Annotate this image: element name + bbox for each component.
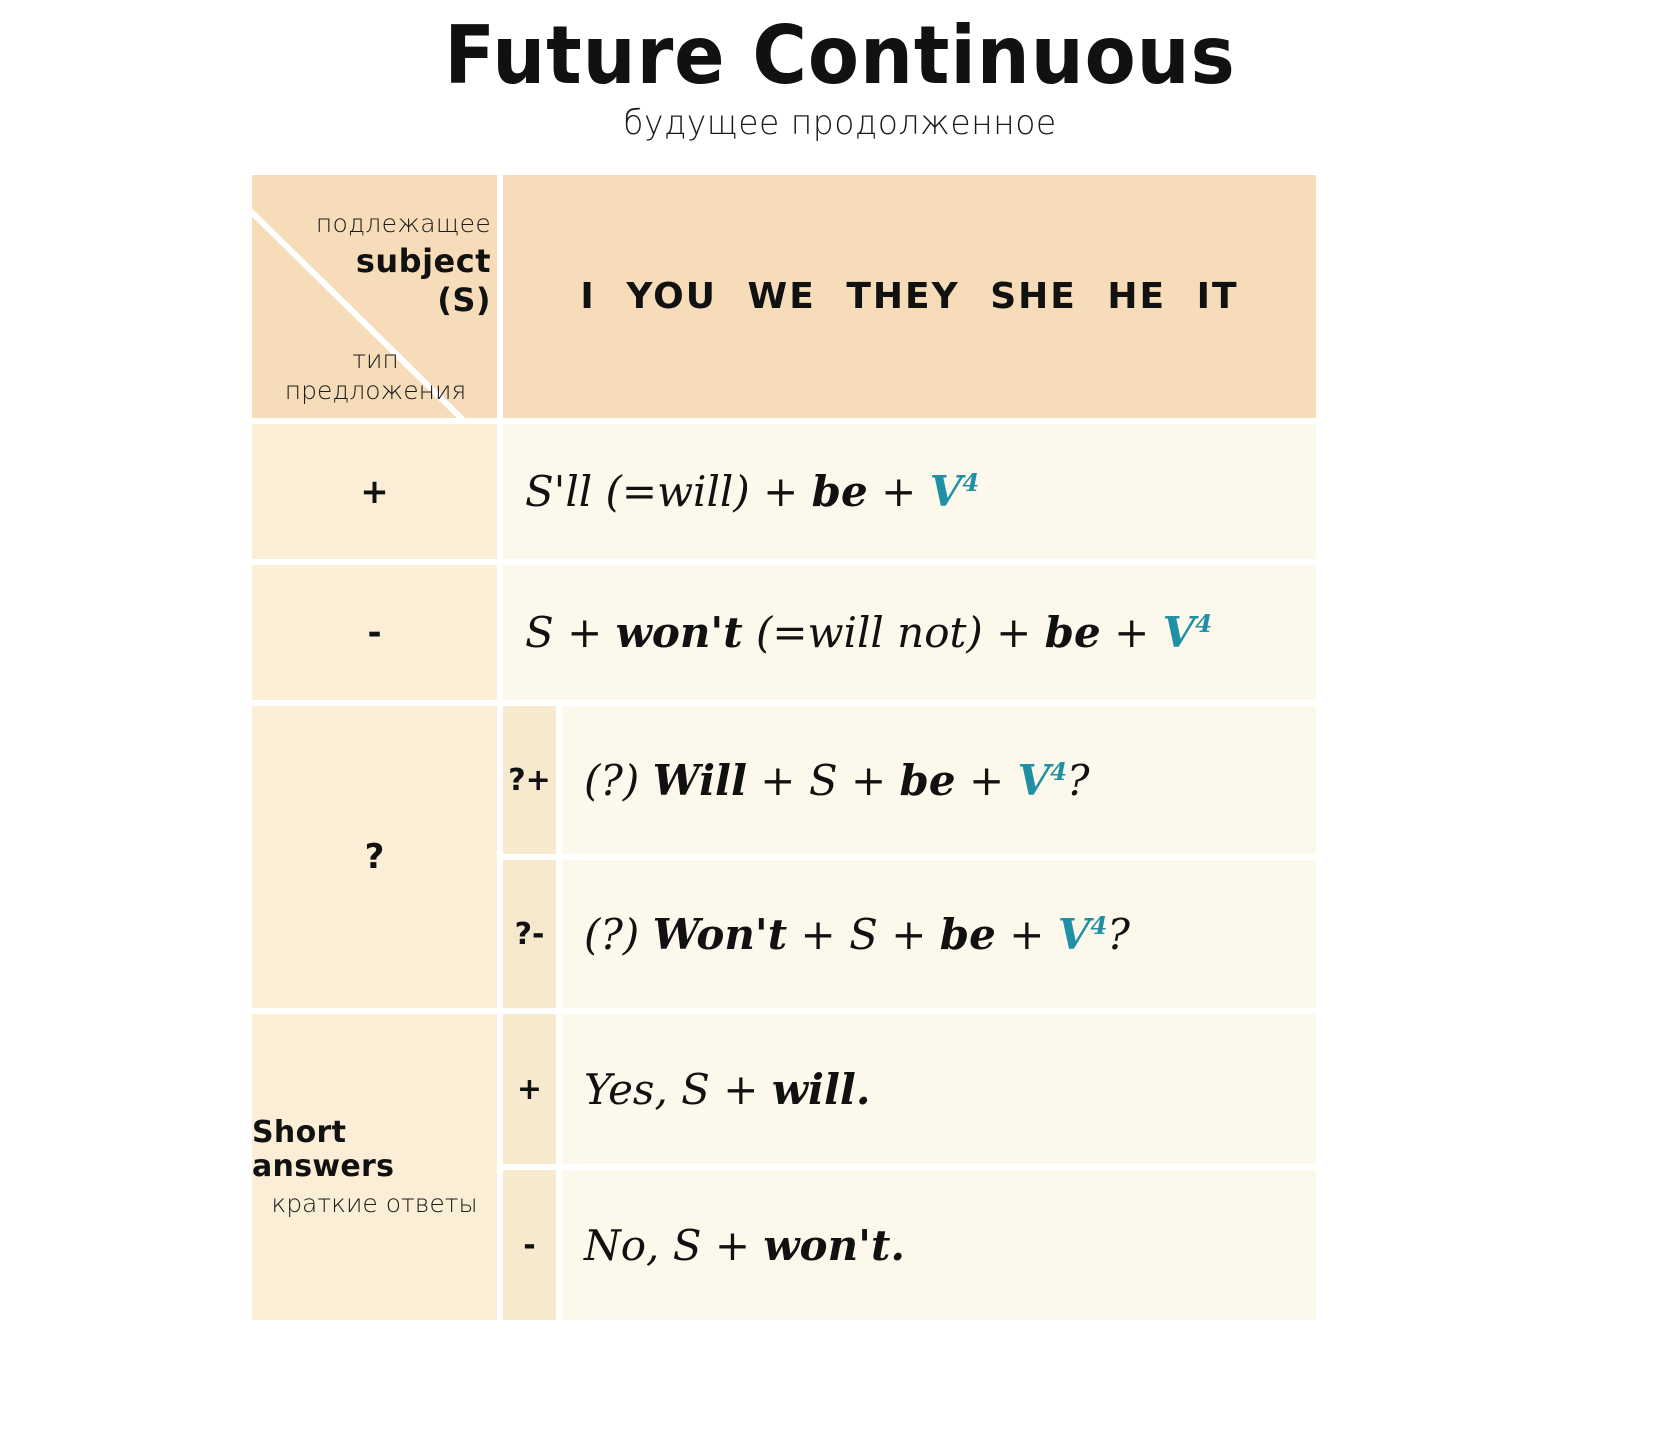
formula-part-s: + S + (746, 755, 900, 805)
formula-part-v4: V4 (1057, 909, 1108, 959)
short-answer-subrow-positive: + Yes, S + will. (503, 1014, 1316, 1164)
formula-part-open: (?) (584, 755, 653, 805)
marker-cell-question-positive: ?+ (503, 706, 556, 854)
formula-negative: S + won't (=will not) + be + V4 (503, 565, 1316, 700)
table-row-short-answers: Short answers краткие ответы + Yes, S + … (252, 1014, 1316, 1320)
formula-part-qmark: ? (1067, 755, 1090, 805)
short-answer-subrow-negative: - No, S + won't. (503, 1170, 1316, 1320)
corner-cell: подлежащее subject (S) тип предложения (252, 175, 497, 418)
table-row-affirmative: + S'll (=will) + be + V4 (252, 424, 1316, 559)
poster-root: Future Continuous будущее продолженное п… (0, 0, 1680, 1445)
marker-cell-short-positive: + (503, 1014, 556, 1164)
question-subrow-positive: ?+ (?) Will + S + be + V4? (503, 706, 1316, 854)
marker-short-positive: + (516, 1071, 543, 1107)
sign-question: ? (364, 837, 385, 877)
formula-part-open: (?) (584, 909, 653, 959)
formula-question-negative: (?) Won't + S + be + V4? (562, 860, 1316, 1008)
formula-short-negative: No, S + won't. (562, 1170, 1316, 1320)
formula-part-qmark: ? (1107, 909, 1130, 959)
title-block: Future Continuous будущее продолженное (0, 0, 1680, 143)
short-answers-label-en: Short answers (252, 1114, 395, 1185)
sign-cell-affirmative: + (252, 424, 497, 559)
question-subrows: ?+ (?) Will + S + be + V4? ?- (?) Won't … (503, 706, 1316, 1008)
sign-cell-question: ? (252, 706, 497, 1008)
corner-subject-block: подлежащее subject (S) (291, 209, 491, 320)
formula-part-v4: V4 (1017, 755, 1068, 805)
formula-part-plus: + (995, 909, 1058, 959)
formula-part-be: be (939, 909, 996, 959)
marker-cell-short-negative: - (503, 1170, 556, 1320)
sign-affirmative: + (360, 471, 389, 512)
formula-cell-short-negative: No, S + won't. (562, 1170, 1316, 1320)
table-row-negative: - S + won't (=will not) + be + V4 (252, 565, 1316, 700)
formula-part-s: S + (525, 608, 616, 657)
formula-cell-negative: S + won't (=will not) + be + V4 (503, 565, 1316, 700)
sign-cell-negative: - (252, 565, 497, 700)
formula-part-plus: + (1100, 608, 1163, 657)
formula-part-be: be (1044, 608, 1101, 657)
formula-part-s: + S + (787, 909, 940, 959)
formula-part-wont: Won't (652, 909, 788, 959)
corner-type-line1: тип (352, 345, 399, 374)
formula-cell-short-positive: Yes, S + will. (562, 1014, 1316, 1164)
formula-part-yes: Yes, S + (584, 1064, 772, 1114)
pronouns-cell: I YOU WE THEY SHE HE IT (503, 175, 1316, 418)
formula-part-will: will. (771, 1064, 871, 1114)
formula-question-positive: (?) Will + S + be + V4? (562, 706, 1316, 854)
corner-subject-ru: подлежащее (315, 209, 491, 238)
corner-type-block: тип предложения (258, 345, 493, 406)
formula-part-wont: won't (615, 608, 743, 657)
formula-part-wont: won't. (763, 1220, 905, 1270)
corner-type-line2: предложения (284, 375, 467, 405)
formula-part-be: be (899, 755, 956, 805)
short-answers-label-ru: краткие ответы (271, 1188, 478, 1218)
marker-question-negative: ?- (514, 916, 545, 952)
corner-subject-abbr: (S) (437, 281, 491, 320)
formula-short-positive: Yes, S + will. (562, 1014, 1316, 1164)
formula-cell-question-positive: (?) Will + S + be + V4? (562, 706, 1316, 854)
marker-short-negative: - (523, 1227, 536, 1263)
pronouns-list: I YOU WE THEY SHE HE IT (580, 276, 1239, 317)
formula-cell-affirmative: S'll (=will) + be + V4 (503, 424, 1316, 559)
formula-affirmative: S'll (=will) + be + V4 (503, 424, 1316, 559)
grammar-table: подлежащее subject (S) тип предложения I… (252, 175, 1316, 1320)
formula-part-v4: V4 (1162, 608, 1213, 657)
formula-part-be: be (811, 467, 868, 516)
marker-question-positive: ?+ (508, 762, 551, 798)
table-row-question: ? ?+ (?) Will + S + be + V4? ?- (?) Won'… (252, 706, 1316, 1008)
short-answers-label: Short answers краткие ответы (252, 1014, 497, 1320)
sign-negative: - (367, 612, 382, 653)
corner-subject-en: subject (355, 241, 491, 280)
formula-part-plus: + (955, 755, 1018, 805)
page-subtitle: будущее продолженное (623, 103, 1057, 144)
table-header-row: подлежащее subject (S) тип предложения I… (252, 175, 1316, 418)
formula-part-plus: + (867, 467, 930, 516)
short-answers-subrows: + Yes, S + will. - No, S + won't. (503, 1014, 1316, 1320)
question-subrow-negative: ?- (?) Won't + S + be + V4? (503, 860, 1316, 1008)
formula-cell-question-negative: (?) Won't + S + be + V4? (562, 860, 1316, 1008)
formula-part-v4: V4 (929, 467, 980, 516)
page-title: Future Continuous (444, 9, 1236, 102)
marker-cell-question-negative: ?- (503, 860, 556, 1008)
formula-part-text: S'll (=will) + (525, 467, 812, 516)
formula-part-will: Will (652, 755, 747, 805)
formula-part-expand: (=will not) + (742, 608, 1045, 657)
formula-part-no: No, S + (584, 1220, 764, 1270)
label-cell-short-answers: Short answers краткие ответы (252, 1014, 497, 1320)
